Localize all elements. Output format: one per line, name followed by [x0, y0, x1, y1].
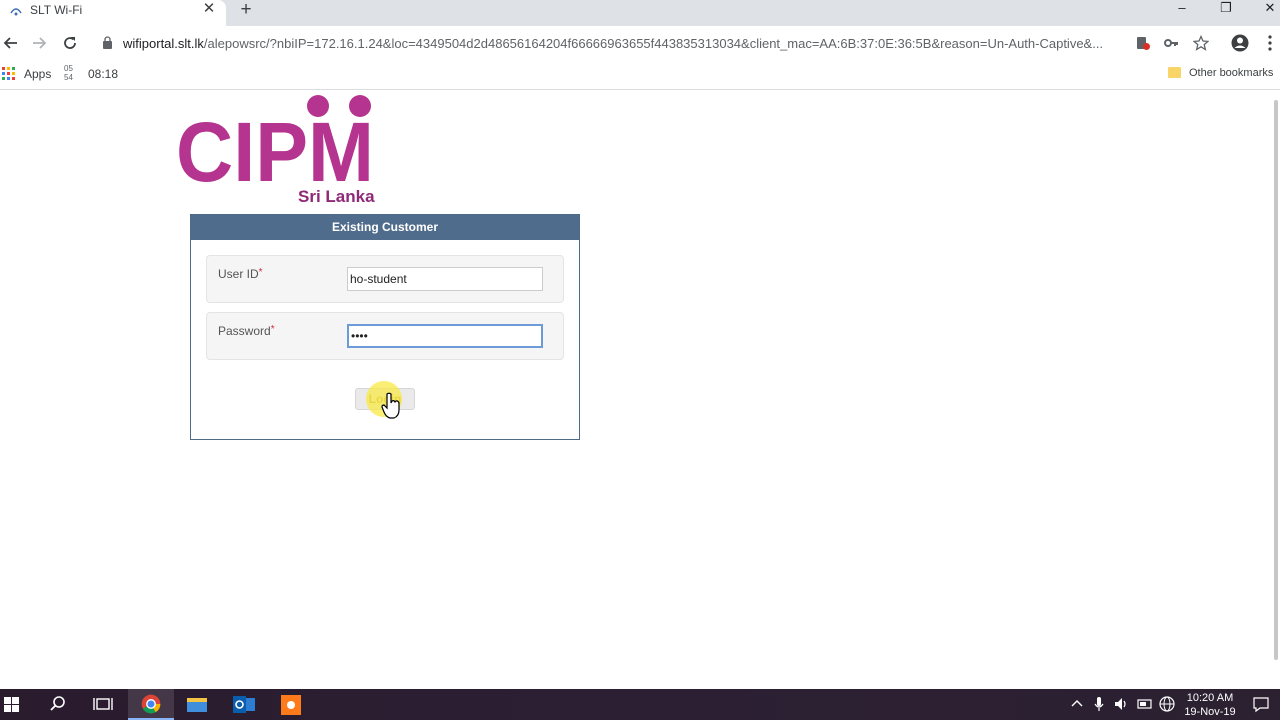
chrome-icon[interactable] [128, 689, 174, 720]
show-hidden-icons-icon[interactable] [1068, 695, 1086, 713]
minimize-icon[interactable]: – [1171, 0, 1193, 18]
clock-date: 19-Nov-19 [1184, 706, 1236, 718]
apps-grid-icon[interactable] [2, 67, 16, 81]
address-bar[interactable]: wifiportal.slt.lk/alepowsrc/?nbiIP=172.1… [92, 29, 1222, 57]
search-icon[interactable] [34, 689, 80, 720]
logo-text: CIPM [176, 105, 374, 199]
new-tab-icon[interactable]: + [236, 0, 256, 20]
bookmark-apps[interactable]: Apps [24, 67, 51, 81]
outlook-icon[interactable] [221, 689, 267, 720]
windows-taskbar: 10:20 AM 19-Nov-19 [0, 689, 1280, 720]
browser-toolbar: wifiportal.slt.lk/alepowsrc/?nbiIP=172.1… [0, 26, 1280, 60]
restore-icon[interactable]: ❐ [1215, 0, 1237, 18]
star-bookmark-icon[interactable] [1193, 35, 1209, 51]
bookmarks-bar: Apps 05 54 08:18 Other bookmarks [0, 60, 1280, 90]
password-row: Password* [206, 312, 564, 360]
reload-icon[interactable] [59, 32, 81, 54]
bookmark-clock[interactable]: 08:18 [88, 67, 118, 81]
clock-favicon-icon: 05 54 [64, 64, 73, 82]
user-id-label: User ID* [218, 267, 263, 281]
panel-title: Existing Customer [191, 215, 579, 240]
hand-cursor-icon [381, 392, 400, 419]
password-input[interactable] [347, 324, 543, 348]
forward-arrow-icon[interactable] [28, 32, 50, 54]
recorder-app-icon[interactable] [268, 689, 314, 720]
tab-title: SLT Wi-Fi [30, 3, 83, 17]
tab-slt-wifi[interactable]: SLT Wi-Fi ✕ [0, 0, 226, 26]
user-id-input[interactable] [347, 267, 543, 291]
file-explorer-icon[interactable] [174, 689, 220, 720]
microphone-icon[interactable] [1090, 695, 1108, 713]
network-globe-icon[interactable] [1158, 695, 1176, 713]
cipm-logo: CIPM Sri Lanka [176, 95, 375, 204]
required-marker: * [270, 324, 275, 335]
tab-strip: SLT Wi-Fi ✕ + – ❐ ✕ [0, 0, 1280, 26]
task-view-icon[interactable] [80, 689, 126, 720]
battery-icon[interactable] [1136, 695, 1154, 713]
folder-icon [1168, 67, 1181, 78]
scrollbar-thumb[interactable] [1274, 100, 1278, 660]
key-icon[interactable] [1163, 35, 1179, 51]
logo-subtitle: Sri Lanka [298, 187, 375, 204]
url-text: wifiportal.slt.lk/alepowsrc/?nbiIP=172.1… [123, 36, 1104, 51]
blocked-popup-icon[interactable] [1135, 35, 1151, 51]
notification-center-icon[interactable] [1252, 695, 1270, 713]
other-bookmarks[interactable]: Other bookmarks [1189, 67, 1273, 79]
lock-icon [103, 36, 112, 49]
tab-close-icon[interactable]: ✕ [201, 1, 217, 17]
back-arrow-icon[interactable] [0, 32, 22, 54]
taskbar-clock[interactable]: 10:20 AM 19-Nov-19 [1180, 691, 1240, 719]
user-id-row: User ID* [206, 255, 564, 303]
password-label: Password* [218, 324, 275, 338]
clock-time: 10:20 AM [1186, 692, 1234, 704]
required-marker: * [258, 267, 263, 278]
menu-kebab-icon[interactable] [1259, 32, 1280, 54]
wifi-favicon-icon [10, 8, 22, 16]
speaker-volume-icon[interactable] [1112, 695, 1130, 713]
profile-avatar-icon[interactable] [1229, 32, 1251, 54]
window-close-icon[interactable]: ✕ [1259, 0, 1280, 18]
